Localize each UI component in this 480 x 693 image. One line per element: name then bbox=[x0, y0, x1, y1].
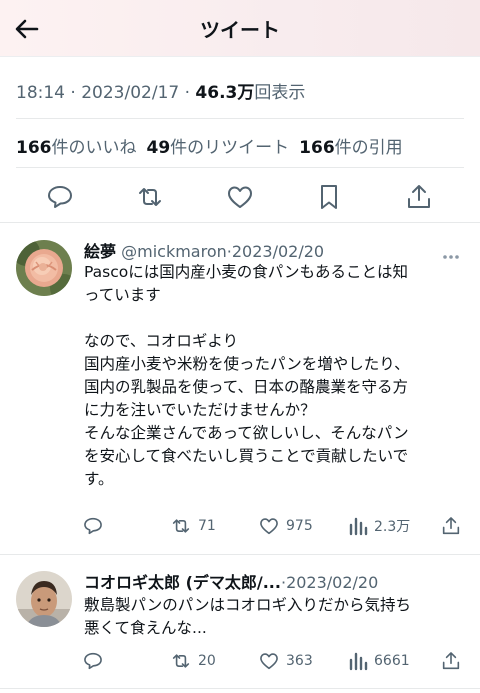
like-icon bbox=[260, 653, 278, 670]
retweets-count: 49 bbox=[146, 138, 171, 158]
reply-icon[interactable] bbox=[82, 513, 104, 539]
tweet-time: 18:14 bbox=[16, 83, 65, 103]
share-icon[interactable] bbox=[404, 182, 434, 212]
bookmark-icon[interactable] bbox=[314, 182, 344, 212]
quotes-count: 166 bbox=[299, 138, 335, 158]
retweet-icon bbox=[172, 519, 190, 533]
display-name[interactable]: コオロギ太郎 (デマ太郎/... bbox=[84, 573, 281, 592]
like-count: 363 bbox=[286, 653, 313, 669]
text-line: なので、コオロギより bbox=[84, 332, 239, 350]
like-button[interactable]: 975 bbox=[258, 513, 313, 539]
text-line: 敷島製パンのパンはコオロギ入りだから気持ち bbox=[84, 596, 412, 614]
reply-date[interactable]: 2023/02/20 bbox=[286, 573, 378, 592]
page-title: ツイート bbox=[200, 18, 280, 42]
views-count: 46.3万 bbox=[195, 83, 255, 103]
retweet-button[interactable]: 20 bbox=[170, 648, 216, 674]
divider bbox=[16, 118, 464, 119]
like-count: 975 bbox=[286, 518, 313, 534]
views-count: 6661 bbox=[374, 653, 410, 669]
meta-separator: · bbox=[184, 83, 196, 103]
text-line: に力を注いでいただけませんか？ bbox=[84, 401, 316, 419]
quotes-stat[interactable]: 166件の引用 bbox=[299, 138, 403, 158]
retweet-count: 20 bbox=[198, 653, 216, 669]
more-options-icon[interactable] bbox=[442, 245, 460, 259]
retweets-label: 件のリツイート bbox=[170, 138, 290, 158]
likes-count: 166 bbox=[16, 138, 52, 158]
quotes-label: 件の引用 bbox=[334, 138, 403, 158]
reply-date[interactable]: 2023/02/20 bbox=[232, 242, 324, 261]
avatar[interactable] bbox=[16, 240, 72, 296]
text-line: Pascoには国内産小麦の食パンもあることは知 bbox=[84, 263, 409, 281]
reply-header: コオロギ太郎 (デマ太郎/...·2023/02/20 bbox=[84, 569, 378, 593]
text-line: 国内の乳製品を使って、日本の酪農業を守る方 bbox=[84, 378, 408, 396]
tweet-date: 2023/02/17 bbox=[81, 83, 180, 103]
tweet-action-bar bbox=[0, 178, 480, 216]
likes-label: 件のいいね bbox=[51, 138, 137, 158]
analytics-icon bbox=[349, 517, 368, 536]
share-icon[interactable] bbox=[440, 648, 462, 674]
divider bbox=[0, 222, 480, 223]
like-button[interactable]: 363 bbox=[258, 648, 313, 674]
views-count: 2.3万 bbox=[374, 519, 411, 535]
divider bbox=[0, 554, 480, 555]
tweet-meta: 18:14 · 2023/02/17 · 46.3万回表示 bbox=[16, 78, 305, 103]
divider bbox=[16, 167, 464, 168]
top-bar: ツイート bbox=[0, 0, 480, 57]
views-button[interactable]: 2.3万 bbox=[348, 513, 410, 539]
text-line: そんな企業さんであって欲しいし、そんなパン bbox=[84, 424, 409, 442]
reply-icon[interactable] bbox=[45, 182, 75, 212]
retweet-count: 71 bbox=[198, 518, 216, 534]
meta-separator: · bbox=[70, 83, 82, 103]
reply-icon[interactable] bbox=[82, 648, 104, 674]
divider bbox=[0, 688, 480, 689]
reply-text: Pascoには国内産小麦の食パンもあることは知 っています なので、コオロギより… bbox=[84, 261, 464, 491]
avatar[interactable] bbox=[16, 571, 72, 627]
like-icon bbox=[260, 518, 278, 535]
views-label[interactable]: 回表示 bbox=[254, 83, 305, 103]
retweet-icon[interactable] bbox=[135, 182, 165, 212]
views-button[interactable]: 6661 bbox=[348, 648, 410, 674]
user-handle[interactable]: @mickmaron bbox=[121, 242, 227, 261]
likes-stat[interactable]: 166件のいいね bbox=[16, 138, 137, 158]
text-line: 悪くて食えんな... bbox=[84, 619, 207, 637]
display-name[interactable]: 絵夢 bbox=[84, 242, 116, 261]
analytics-icon bbox=[349, 652, 368, 671]
share-icon[interactable] bbox=[440, 513, 462, 539]
engagement-stats: 166件のいいね 49件のリツイート 166件の引用 bbox=[16, 133, 403, 158]
retweet-icon bbox=[172, 654, 190, 668]
text-line: 国内産小麦や米粉を使ったパンを増やしたり、 bbox=[84, 355, 410, 373]
text-line: を安心して食べたいし買うことで貢献したいで bbox=[84, 447, 409, 465]
reply-text: 敷島製パンのパンはコオロギ入りだから気持ち 悪くて食えんな... bbox=[84, 594, 464, 640]
like-icon[interactable] bbox=[225, 182, 255, 212]
retweets-stat[interactable]: 49件のリツイート bbox=[147, 138, 290, 158]
reply-action-bar: 20 363 6661 bbox=[80, 648, 470, 674]
retweet-button[interactable]: 71 bbox=[170, 513, 216, 539]
text-line bbox=[84, 307, 464, 330]
text-line: っています bbox=[84, 286, 161, 304]
text-line: す。 bbox=[84, 470, 114, 488]
reply-action-bar: 71 975 2.3万 bbox=[80, 513, 470, 539]
reply-header: 絵夢 @mickmaron·2023/02/20 bbox=[84, 238, 324, 262]
